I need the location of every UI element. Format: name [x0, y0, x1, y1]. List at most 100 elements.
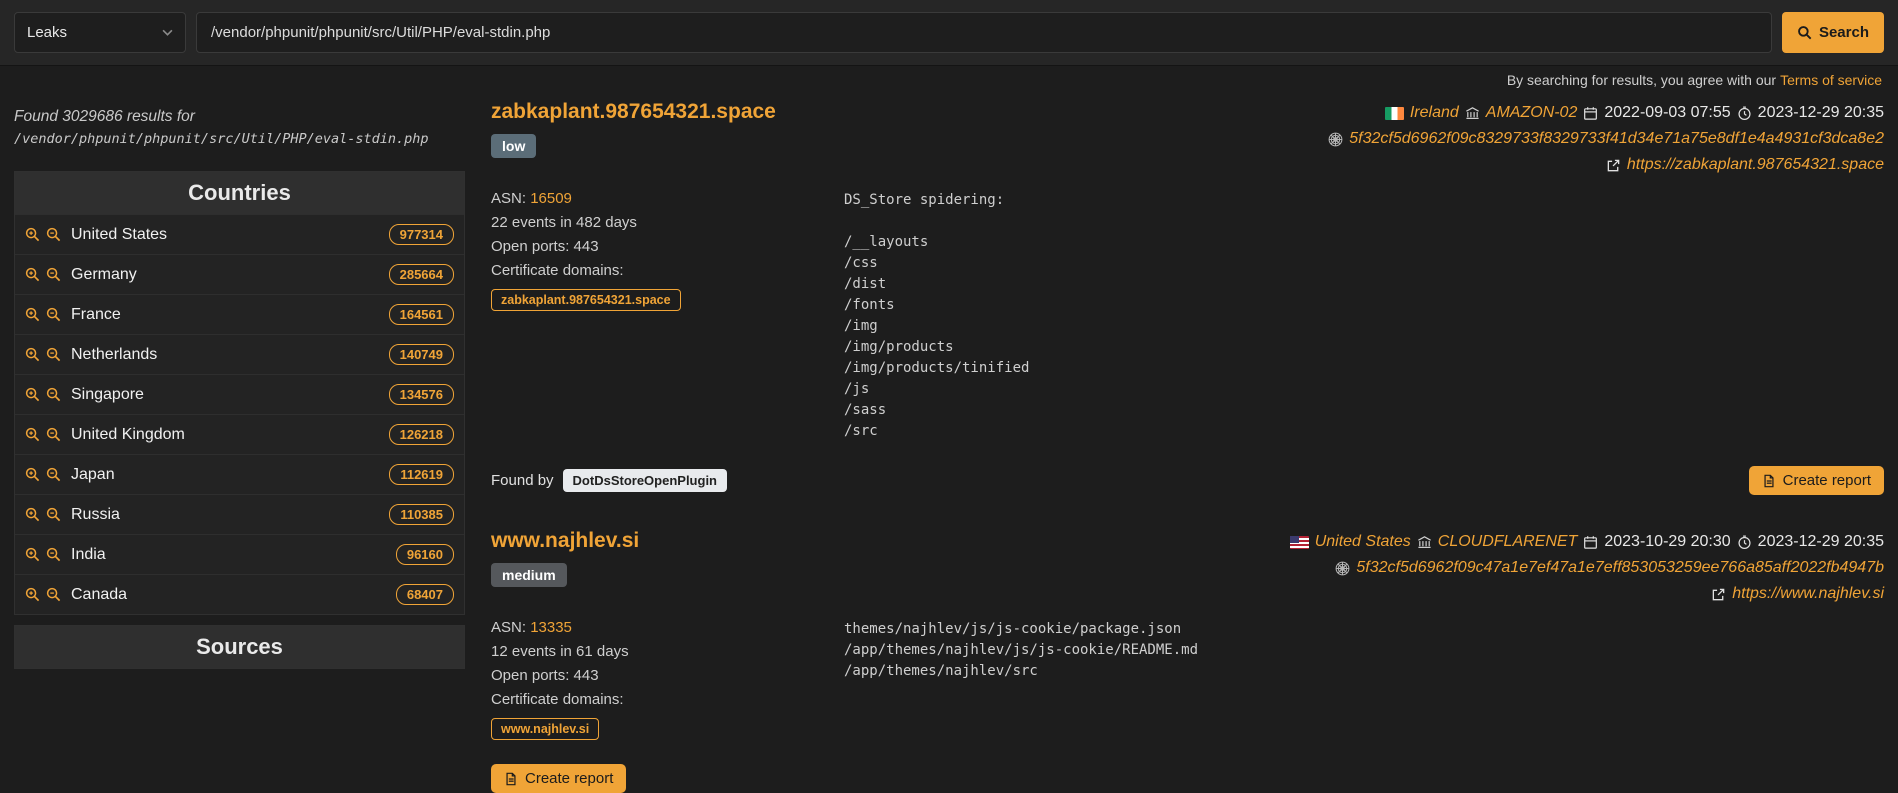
zoom-in-icon[interactable]: [25, 587, 40, 602]
result-org-link[interactable]: CLOUDFLARENET: [1438, 529, 1578, 555]
external-link-icon: [1606, 158, 1621, 173]
result-body-text: DS_Store spidering: /__layouts /css /dis…: [844, 190, 1029, 442]
category-select[interactable]: Leaks: [14, 12, 186, 53]
country-row: Japan 112619: [15, 454, 464, 494]
first-seen-date: 2022-09-03 07:55: [1604, 100, 1730, 126]
country-name: Singapore: [71, 386, 383, 404]
country-count-badge: 126218: [389, 424, 454, 445]
terms-link[interactable]: Terms of service: [1780, 72, 1882, 88]
zoom-out-icon[interactable]: [46, 347, 61, 362]
result-country-link[interactable]: Ireland: [1410, 100, 1459, 126]
severity-badge: low: [491, 134, 536, 158]
country-flag-icon: [1385, 107, 1404, 120]
asn-link[interactable]: 13335: [530, 619, 572, 636]
result-url-link[interactable]: https://zabkaplant.987654321.space: [1627, 152, 1884, 178]
country-row: United Kingdom 126218: [15, 414, 464, 454]
result-card: www.najhlev.si medium United States CLOU…: [491, 529, 1884, 793]
certificate-domain-badge[interactable]: www.najhlev.si: [491, 718, 599, 740]
zoom-in-icon[interactable]: [25, 227, 40, 242]
create-report-button[interactable]: Create report: [491, 764, 626, 793]
country-row: France 164561: [15, 294, 464, 334]
create-report-button[interactable]: Create report: [1749, 466, 1884, 495]
chevron-down-icon: [162, 29, 173, 36]
zoom-in-icon[interactable]: [25, 507, 40, 522]
countries-panel: Countries United States 977314 Germany 2…: [14, 171, 465, 615]
result-body-text: themes/najhlev/js/js-cookie/package.json…: [844, 619, 1198, 740]
zoom-out-icon[interactable]: [46, 427, 61, 442]
search-button-label: Search: [1819, 24, 1869, 41]
country-row: United States 977314: [15, 214, 464, 254]
terms-notice: By searching for results, you agree with…: [0, 66, 1898, 90]
asn-link[interactable]: 16509: [530, 190, 572, 207]
zoom-in-icon[interactable]: [25, 427, 40, 442]
open-ports-text: Open ports: 443: [491, 667, 844, 684]
results-count-text: Found 3029686 results for: [14, 108, 465, 126]
country-name: India: [71, 546, 390, 564]
zoom-out-icon[interactable]: [46, 307, 61, 322]
country-count-badge: 285664: [389, 264, 454, 285]
certificate-domain-badge[interactable]: zabkaplant.987654321.space: [491, 289, 681, 311]
result-org-link[interactable]: AMAZON-02: [1486, 100, 1578, 126]
asn-label: ASN:: [491, 619, 526, 636]
zoom-in-icon[interactable]: [25, 547, 40, 562]
search-bar: Leaks Search: [0, 0, 1898, 66]
result-head: zabkaplant.987654321.space low: [491, 100, 776, 158]
country-row: Canada 68407: [15, 574, 464, 614]
countries-panel-header: Countries: [15, 172, 464, 214]
zoom-out-icon[interactable]: [46, 547, 61, 562]
asn-label: ASN:: [491, 190, 526, 207]
zoom-in-icon[interactable]: [25, 267, 40, 282]
result-url-link[interactable]: https://www.najhlev.si: [1732, 581, 1884, 607]
country-count-badge: 96160: [396, 544, 454, 565]
country-count-badge: 164561: [389, 304, 454, 325]
result-meta: Ireland AMAZON-02 2022-09-03 07:55 2023-…: [1328, 100, 1884, 178]
country-row: Singapore 134576: [15, 374, 464, 414]
zoom-in-icon[interactable]: [25, 347, 40, 362]
search-query-echo: /vendor/phpunit/phpunit/src/Util/PHP/eva…: [14, 131, 465, 147]
zoom-in-icon[interactable]: [25, 387, 40, 402]
zoom-out-icon[interactable]: [46, 467, 61, 482]
found-by-label: Found by: [491, 472, 554, 489]
severity-badge: medium: [491, 563, 567, 587]
create-report-label: Create report: [525, 770, 613, 787]
report-file-icon: [504, 772, 518, 786]
zoom-out-icon[interactable]: [46, 507, 61, 522]
zoom-out-icon[interactable]: [46, 587, 61, 602]
sources-panel: Sources: [14, 625, 465, 669]
fingerprint-link[interactable]: 5f32cf5d6962f09c8329733f8329733f41d34e71…: [1349, 126, 1884, 152]
country-name: Japan: [71, 466, 383, 484]
country-count-badge: 977314: [389, 224, 454, 245]
country-name: Russia: [71, 506, 383, 524]
country-name: Germany: [71, 266, 383, 284]
search-button[interactable]: Search: [1782, 12, 1884, 53]
sidebar: Found 3029686 results for /vendor/phpuni…: [14, 100, 465, 793]
plugin-badge: DotDsStoreOpenPlugin: [563, 469, 727, 492]
country-name: United Kingdom: [71, 426, 383, 444]
clock-icon: [1737, 535, 1752, 550]
country-count-badge: 112619: [389, 464, 454, 485]
result-title-link[interactable]: www.najhlev.si: [491, 529, 639, 553]
country-count-badge: 68407: [396, 584, 454, 605]
country-name: Netherlands: [71, 346, 383, 364]
fingerprint-link[interactable]: 5f32cf5d6962f09c47a1e7ef47a1e7eff8530532…: [1356, 555, 1884, 581]
zoom-out-icon[interactable]: [46, 387, 61, 402]
events-text: 12 events in 61 days: [491, 643, 844, 660]
result-country-link[interactable]: United States: [1315, 529, 1411, 555]
zoom-out-icon[interactable]: [46, 267, 61, 282]
zoom-out-icon[interactable]: [46, 227, 61, 242]
external-link-icon: [1711, 587, 1726, 602]
zoom-in-icon[interactable]: [25, 467, 40, 482]
search-input[interactable]: [196, 12, 1772, 53]
country-count-badge: 134576: [389, 384, 454, 405]
result-title-link[interactable]: zabkaplant.987654321.space: [491, 100, 776, 124]
result-meta: United States CLOUDFLARENET 2023-10-29 2…: [1290, 529, 1884, 607]
fingerprint-icon: [1335, 561, 1350, 576]
results-list: zabkaplant.987654321.space low Ireland A…: [491, 100, 1884, 793]
country-count-badge: 110385: [389, 504, 454, 525]
country-flag-icon: [1290, 536, 1309, 549]
zoom-in-icon[interactable]: [25, 307, 40, 322]
open-ports-text: Open ports: 443: [491, 238, 844, 255]
country-name: United States: [71, 226, 383, 244]
result-card: zabkaplant.987654321.space low Ireland A…: [491, 100, 1884, 495]
country-name: France: [71, 306, 383, 324]
